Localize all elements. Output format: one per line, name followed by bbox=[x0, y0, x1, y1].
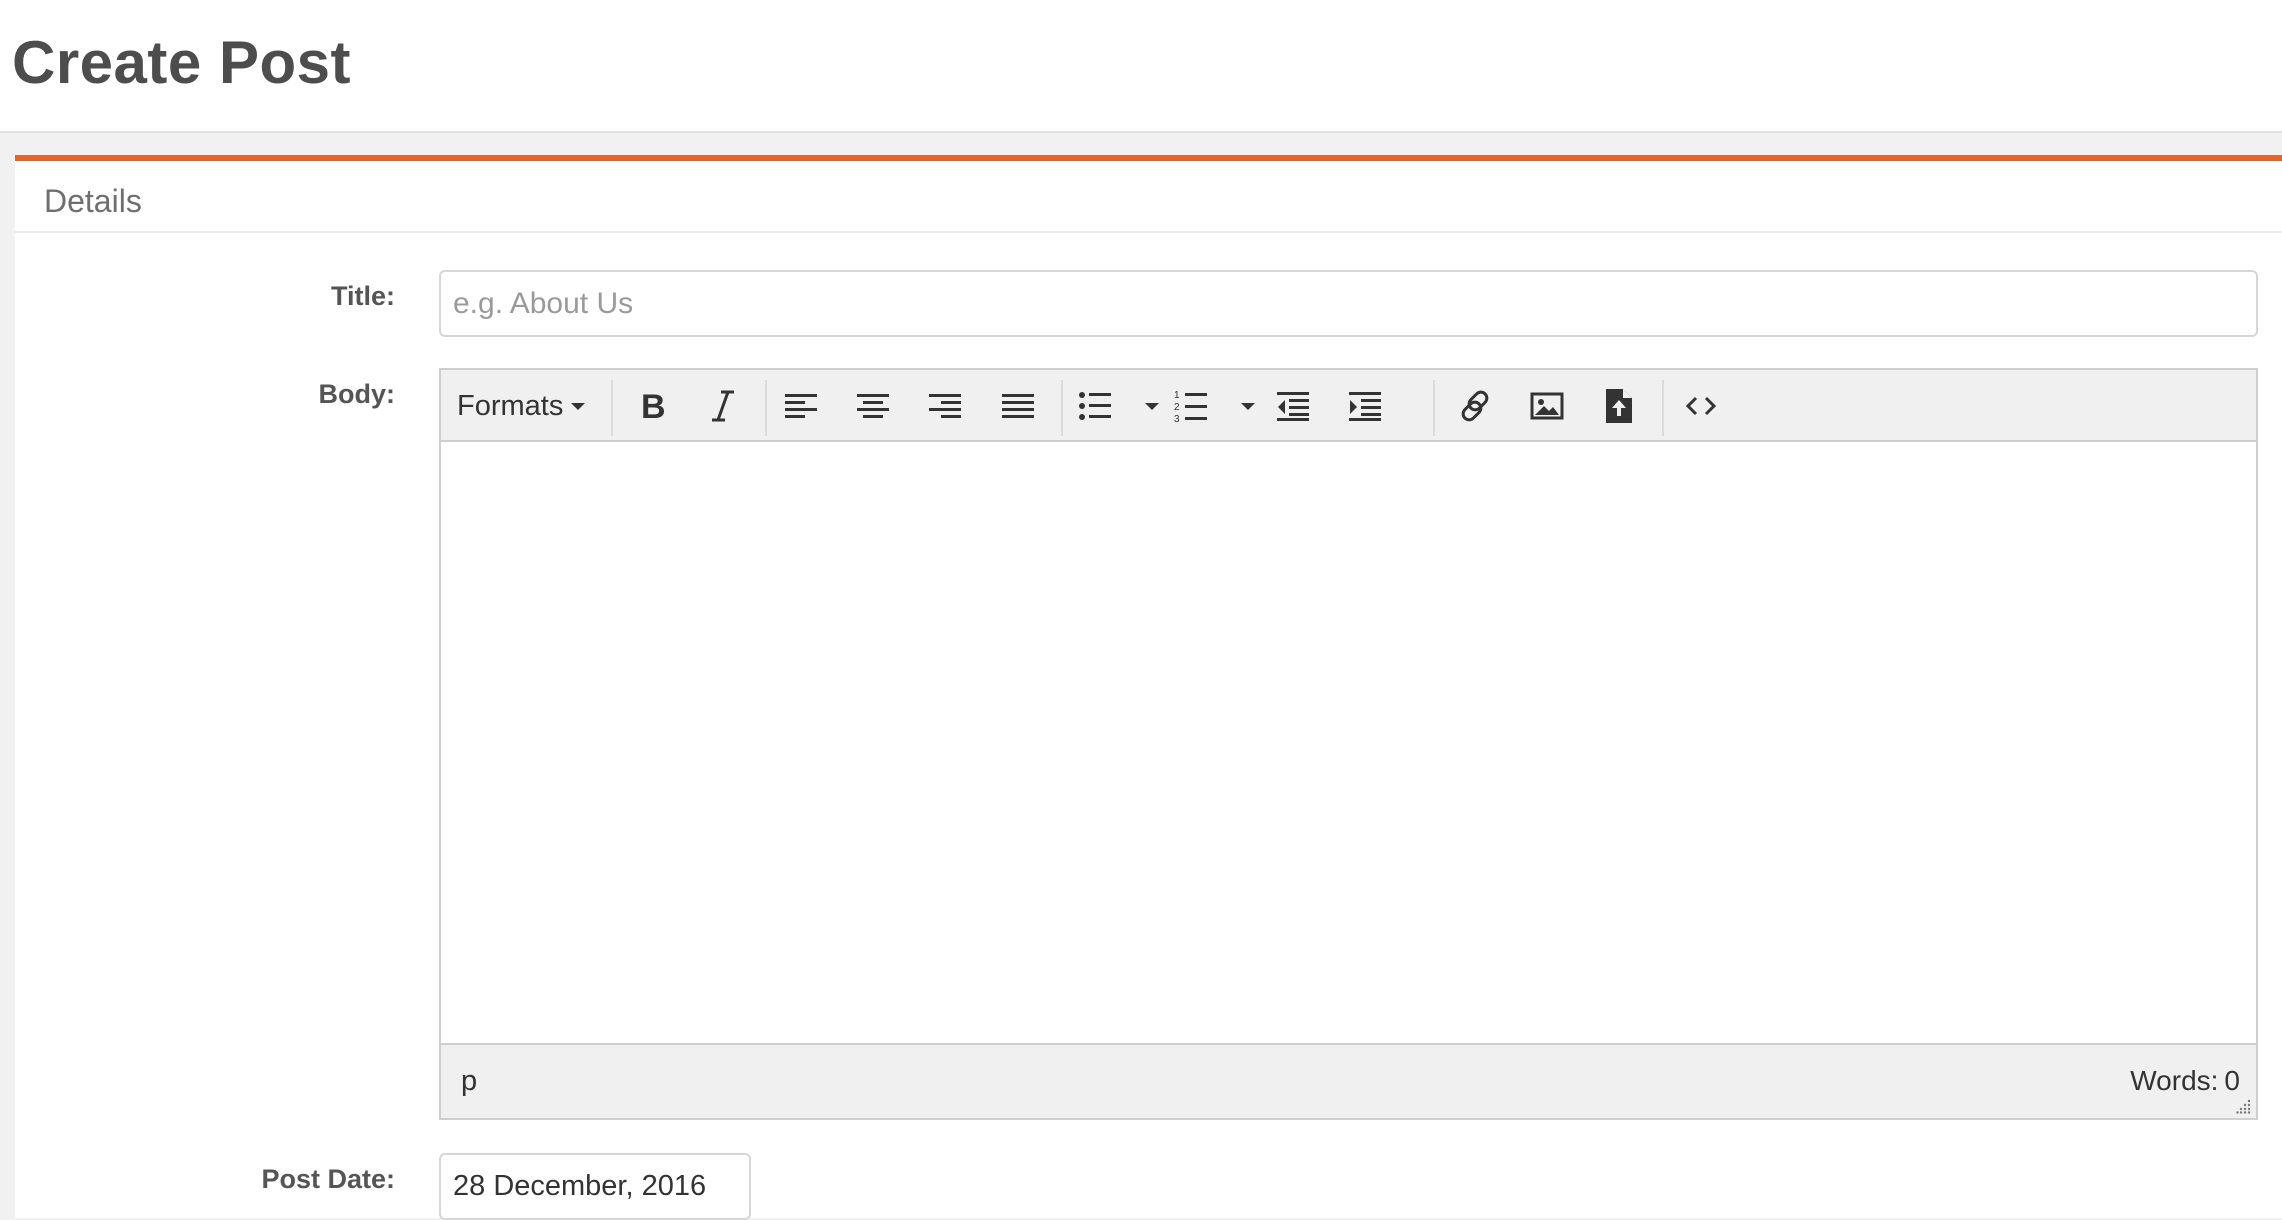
chevron-down-icon bbox=[571, 402, 586, 410]
panel-heading: Details bbox=[15, 161, 2282, 233]
svg-text:B: B bbox=[641, 389, 666, 423]
title-label: Title: bbox=[330, 281, 395, 311]
link-button[interactable] bbox=[1449, 380, 1501, 432]
bold-icon: B bbox=[641, 389, 666, 423]
toolbar-separator bbox=[765, 380, 767, 436]
toolbar-separator bbox=[1061, 380, 1063, 436]
page-header: Create Post bbox=[0, 0, 2282, 133]
bullet-list-icon bbox=[1079, 392, 1111, 420]
align-center-icon bbox=[857, 394, 889, 418]
formats-label: Formats bbox=[457, 389, 564, 422]
upload-file-button[interactable] bbox=[1593, 380, 1645, 432]
outdent-button[interactable] bbox=[1267, 380, 1319, 432]
details-panel: Details Title: Body: Formats B bbox=[15, 155, 2282, 1220]
image-icon bbox=[1530, 392, 1564, 420]
svg-text:1: 1 bbox=[1174, 390, 1180, 401]
post-date-label: Post Date: bbox=[261, 1164, 395, 1194]
element-path[interactable]: p bbox=[461, 1065, 477, 1098]
editor-statusbar: p Words: 0 bbox=[441, 1043, 2256, 1118]
outdent-icon bbox=[1277, 392, 1309, 421]
insert-image-button[interactable] bbox=[1521, 380, 1573, 432]
bullet-list-button[interactable] bbox=[1069, 380, 1121, 432]
align-center-button[interactable] bbox=[847, 380, 899, 432]
panel-heading-label: Details bbox=[44, 183, 142, 219]
body-editor: Formats B 1 2 3 p Words: 0 bbox=[439, 368, 2258, 1120]
resize-handle-icon[interactable] bbox=[2236, 1098, 2252, 1114]
toolbar-separator bbox=[1662, 380, 1664, 436]
body-label: Body: bbox=[318, 379, 396, 409]
link-icon bbox=[1461, 390, 1489, 422]
align-justify-icon bbox=[1002, 394, 1034, 418]
editor-content-area[interactable] bbox=[441, 442, 2256, 1043]
align-justify-button[interactable] bbox=[992, 380, 1044, 432]
post-date-input[interactable] bbox=[439, 1153, 751, 1220]
indent-button[interactable] bbox=[1339, 380, 1391, 432]
italic-button[interactable] bbox=[697, 380, 749, 432]
chevron-down-icon bbox=[1145, 402, 1159, 410]
formats-dropdown[interactable]: Formats bbox=[457, 380, 597, 432]
italic-icon bbox=[712, 390, 734, 422]
svg-text:3: 3 bbox=[1174, 414, 1180, 423]
numbered-list-icon: 1 2 3 bbox=[1174, 390, 1207, 423]
numbered-list-dropdown[interactable] bbox=[1237, 380, 1259, 432]
numbered-list-button[interactable]: 1 2 3 bbox=[1165, 380, 1217, 432]
svg-text:2: 2 bbox=[1174, 402, 1180, 413]
bullet-list-dropdown[interactable] bbox=[1141, 380, 1163, 432]
toolbar-separator bbox=[611, 380, 613, 436]
upload-file-icon bbox=[1606, 389, 1632, 423]
source-code-icon bbox=[1685, 396, 1717, 416]
title-input[interactable] bbox=[439, 270, 2258, 337]
toolbar-separator bbox=[1433, 380, 1435, 436]
editor-toolbar: Formats B 1 2 3 bbox=[441, 370, 2256, 442]
source-code-button[interactable] bbox=[1675, 380, 1727, 432]
word-count-value: 0 bbox=[2224, 1065, 2240, 1096]
indent-icon bbox=[1349, 392, 1381, 421]
word-count: Words: 0 bbox=[2124, 1065, 2240, 1097]
align-left-button[interactable] bbox=[775, 380, 827, 432]
bold-button[interactable]: B bbox=[625, 380, 677, 432]
align-right-button[interactable] bbox=[919, 380, 971, 432]
align-left-icon bbox=[785, 394, 817, 418]
chevron-down-icon bbox=[1241, 402, 1255, 410]
align-right-icon bbox=[929, 394, 961, 418]
word-count-label: Words: bbox=[2130, 1065, 2219, 1096]
page-title: Create Post bbox=[12, 29, 351, 96]
